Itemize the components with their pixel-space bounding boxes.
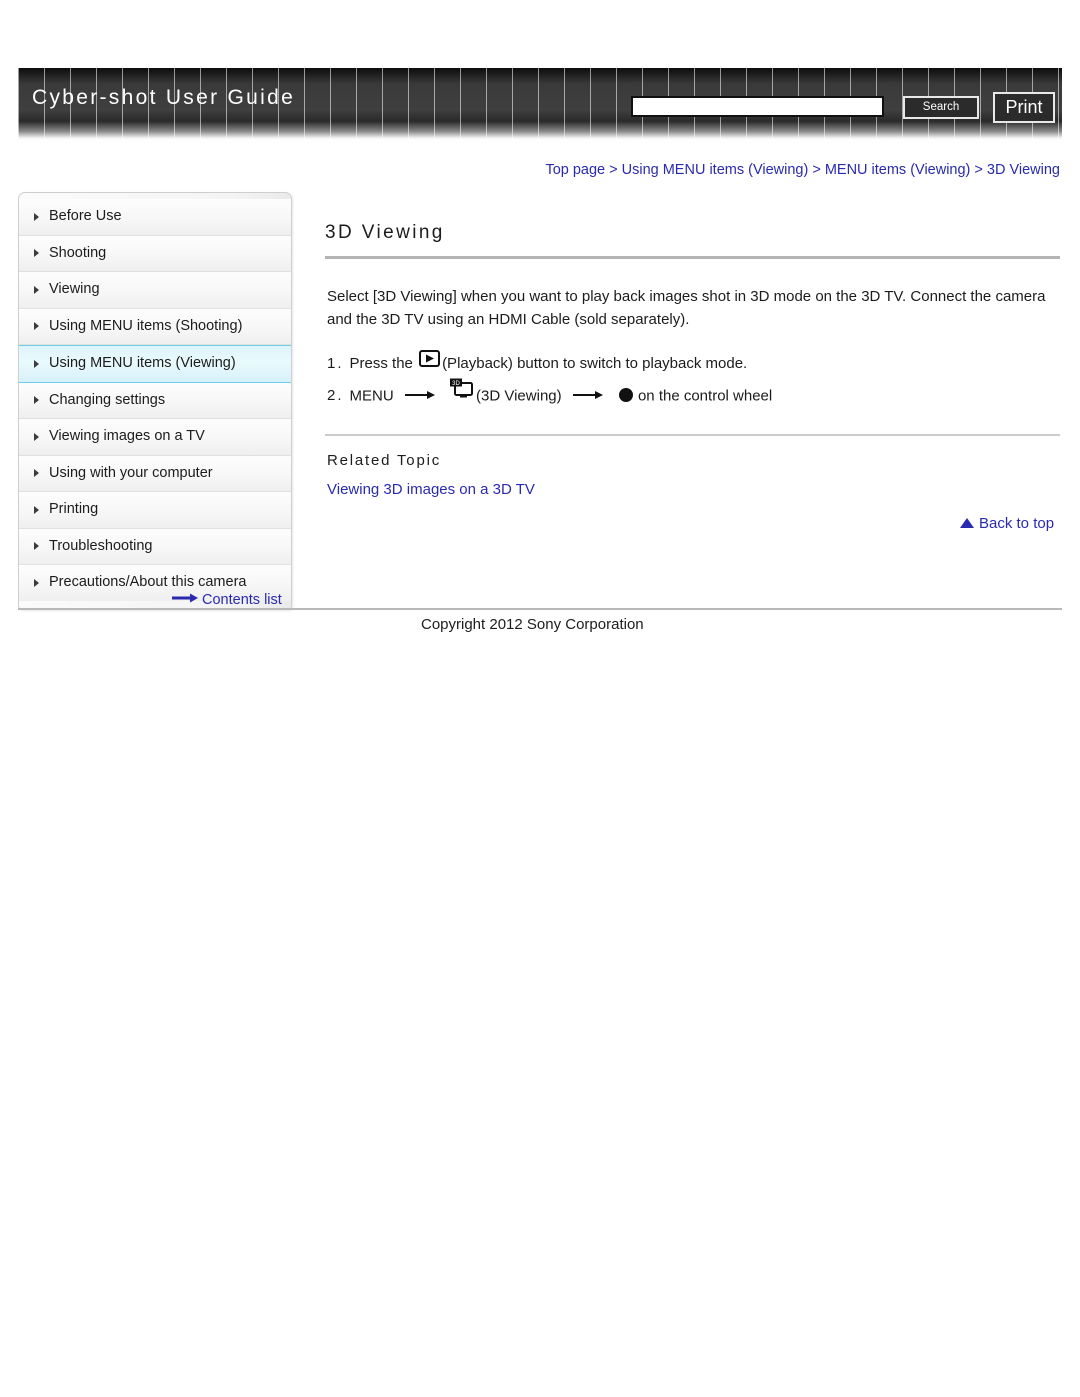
sidebar-item-using-with-your-computer[interactable]: Using with your computer <box>19 455 291 492</box>
sidebar-item-label: Before Use <box>49 208 122 224</box>
triangle-up-icon <box>960 518 974 529</box>
sidebar-item-printing[interactable]: Printing <box>19 492 291 529</box>
sidebar-item-label: Troubleshooting <box>49 537 153 554</box>
sidebar-item-label: Using with your computer <box>49 464 213 481</box>
related-topic-heading: Related Topic <box>327 451 442 469</box>
page-title: 3D Viewing <box>325 222 445 243</box>
print-button[interactable]: Print <box>993 92 1055 123</box>
footer-divider <box>18 608 1062 610</box>
sidebar-item-using-menu-items-shooting[interactable]: Using MENU items (Shooting) <box>19 308 291 345</box>
step-number: 2. <box>327 387 344 404</box>
menu-label: MENU <box>349 387 394 404</box>
triangle-right-icon <box>34 212 39 221</box>
triangle-right-icon <box>34 359 39 368</box>
center-button-icon <box>618 388 633 403</box>
title-divider <box>325 256 1060 259</box>
related-topic-divider <box>325 433 1060 436</box>
mode-label: (3D Viewing) <box>476 387 562 404</box>
sidebar-item-using-menu-items-viewing[interactable]: Using MENU items (Viewing) <box>19 345 291 383</box>
sidebar-item-troubleshooting[interactable]: Troubleshooting <box>19 528 291 565</box>
triangle-right-icon <box>34 285 39 294</box>
steps-list: 1. Press the (Playback) button to switch … <box>327 348 1060 413</box>
triangle-right-icon <box>34 542 39 551</box>
sidebar-item-label: Printing <box>49 501 99 517</box>
search-input[interactable] <box>631 96 884 117</box>
sidebar-item-label: Changing settings <box>49 391 166 408</box>
sidebar-item-label: Using MENU items (Viewing) <box>49 355 236 371</box>
triangle-right-icon <box>34 505 39 514</box>
triangle-right-icon <box>34 578 39 587</box>
playback-button-icon <box>419 347 441 378</box>
triangle-right-icon <box>34 249 39 258</box>
triangle-right-icon <box>34 432 39 441</box>
contents-list-label: Contents list <box>202 592 282 608</box>
step-item-1: 1. Press the (Playback) button to switch … <box>327 348 1060 380</box>
arrow-right-icon <box>572 380 603 411</box>
contents-list-link[interactable]: Contents list <box>172 592 282 608</box>
sidebar-item-label: Shooting <box>49 244 107 261</box>
main-content: 3D Viewing Select [3D Viewing] when you … <box>325 222 1060 532</box>
breadcrumb[interactable]: Top page > Using MENU items (Viewing) > … <box>545 162 1060 178</box>
sidebar-item-label: Viewing <box>49 281 100 297</box>
step-text-after-icon: (Playback) button to switch to playback … <box>442 355 748 372</box>
arrow-right-icon <box>172 591 198 607</box>
triangle-right-icon <box>34 396 39 405</box>
svg-text:3D: 3D <box>452 380 460 386</box>
sidebar-item-label: Precautions/About this camera <box>49 574 247 590</box>
back-to-top-label: Back to top <box>979 515 1055 532</box>
search-button[interactable]: Search <box>903 96 979 119</box>
sidebar-navigation: Before Use Shooting Viewing Using MENU i… <box>18 192 292 610</box>
header-banner: Cyber-shot User Guide Search Print <box>18 68 1062 140</box>
3d-tv-icon: 3D <box>448 378 474 411</box>
sidebar-item-changing-settings[interactable]: Changing settings <box>19 382 291 419</box>
sidebar-item-label: Using MENU items (Shooting) <box>49 317 243 334</box>
triangle-right-icon <box>34 322 39 331</box>
sidebar-item-viewing[interactable]: Viewing <box>19 272 291 309</box>
back-to-top-link[interactable]: Back to top <box>960 515 1054 532</box>
arrow-right-icon <box>404 380 435 411</box>
sidebar-item-before-use[interactable]: Before Use <box>19 199 291 236</box>
step-text-before-icon: Press the <box>349 355 413 372</box>
sidebar-item-label: Viewing images on a TV <box>49 428 205 444</box>
copyright-text: Copyright 2012 Sony Corporation <box>421 616 644 633</box>
triangle-right-icon <box>34 469 39 478</box>
sidebar-item-shooting[interactable]: Shooting <box>19 235 291 272</box>
site-title: Cyber-shot User Guide <box>32 86 296 109</box>
related-topic-link[interactable]: Viewing 3D images on a 3D TV <box>327 481 535 498</box>
sidebar-item-viewing-images-on-a-tv[interactable]: Viewing images on a TV <box>19 419 291 456</box>
step-number: 1. <box>327 355 344 372</box>
intro-paragraph: Select [3D Viewing] when you want to pla… <box>327 288 1046 328</box>
step-item-2: 2. MENU 3D (3D Viewing) on the control w… <box>327 378 1060 413</box>
step-tail-label: on the control wheel <box>637 387 773 404</box>
